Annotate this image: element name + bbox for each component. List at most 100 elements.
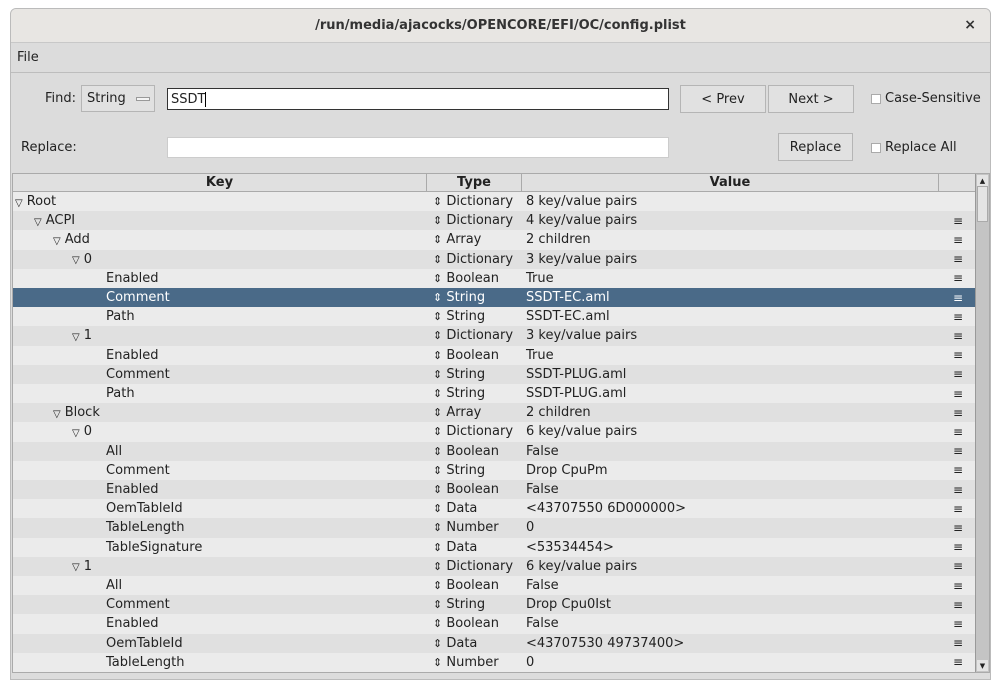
row-value[interactable]: 2 children xyxy=(526,405,591,420)
row-value[interactable]: SSDT-PLUG.aml xyxy=(526,367,626,382)
row-value[interactable]: 3 key/value pairs xyxy=(526,328,637,343)
row-value[interactable]: 4 key/value pairs xyxy=(526,213,637,228)
row-menu-icon[interactable]: ≡ xyxy=(953,291,963,305)
row-menu-icon[interactable]: ≡ xyxy=(953,214,963,228)
row-menu-icon[interactable]: ≡ xyxy=(953,559,963,573)
type-cell[interactable]: ⇕ Dictionary xyxy=(433,424,513,439)
tree-row[interactable]: All ⇕ Boolean False ≡ xyxy=(13,576,977,596)
type-cell[interactable]: ⇕ Dictionary xyxy=(433,194,513,209)
prev-button[interactable]: < Prev xyxy=(680,85,766,113)
row-menu-icon[interactable]: ≡ xyxy=(953,502,963,516)
tree-row[interactable]: ▽ Block ⇕ Array 2 children ≡ xyxy=(13,403,977,423)
row-value[interactable]: 0 xyxy=(526,655,534,670)
tree-row[interactable]: ▽ Add ⇕ Array 2 children ≡ xyxy=(13,230,977,250)
find-input[interactable]: SSDT xyxy=(167,88,669,110)
row-value[interactable]: <43707530 49737400> xyxy=(526,636,684,651)
next-button[interactable]: Next > xyxy=(768,85,854,113)
column-header-value[interactable]: Value xyxy=(522,174,939,192)
type-cell[interactable]: ⇕ Dictionary xyxy=(433,252,513,267)
vertical-scrollbar[interactable]: ▲ ▼ xyxy=(975,174,989,672)
type-cell[interactable]: ⇕ Number xyxy=(433,520,499,535)
find-mode-dropdown[interactable]: String xyxy=(81,85,155,112)
type-cell[interactable]: ⇕ Dictionary xyxy=(433,559,513,574)
tree-row[interactable]: Enabled ⇕ Boolean False ≡ xyxy=(13,614,977,634)
row-value[interactable]: Drop Cpu0Ist xyxy=(526,597,611,612)
scroll-up-icon[interactable]: ▲ xyxy=(977,175,988,186)
row-value[interactable]: 6 key/value pairs xyxy=(526,424,637,439)
type-cell[interactable]: ⇕ Data xyxy=(433,501,477,516)
tree-row[interactable]: ▽ ACPI ⇕ Dictionary 4 key/value pairs ≡ xyxy=(13,211,977,231)
expand-triangle-icon[interactable]: ▽ xyxy=(53,236,61,247)
row-value[interactable]: False xyxy=(526,616,559,631)
scroll-down-icon[interactable]: ▼ xyxy=(977,660,988,671)
replace-input[interactable] xyxy=(167,137,669,158)
type-cell[interactable]: ⇕ String xyxy=(433,309,485,324)
scrollbar-thumb[interactable] xyxy=(977,186,988,222)
type-cell[interactable]: ⇕ Data xyxy=(433,540,477,555)
row-menu-icon[interactable]: ≡ xyxy=(953,521,963,535)
tree-row[interactable]: ▽ Root ⇕ Dictionary 8 key/value pairs xyxy=(13,192,977,212)
tree-row[interactable]: Comment ⇕ String SSDT-EC.aml ≡ xyxy=(13,288,977,308)
menu-file[interactable]: File xyxy=(17,50,39,65)
tree-row[interactable]: Comment ⇕ String Drop CpuPm ≡ xyxy=(13,460,977,480)
type-cell[interactable]: ⇕ Boolean xyxy=(433,444,499,459)
tree-row[interactable]: ▽ 1 ⇕ Dictionary 6 key/value pairs ≡ xyxy=(13,556,977,576)
row-menu-icon[interactable]: ≡ xyxy=(953,367,963,381)
column-header-key[interactable]: Key xyxy=(13,174,427,192)
row-value[interactable]: False xyxy=(526,444,559,459)
row-value[interactable]: <53534454> xyxy=(526,540,614,555)
replace-button[interactable]: Replace xyxy=(778,133,853,161)
tree-row[interactable]: Enabled ⇕ Boolean False ≡ xyxy=(13,480,977,500)
column-header-type[interactable]: Type xyxy=(427,174,522,192)
tree-row[interactable]: Path ⇕ String SSDT-PLUG.aml ≡ xyxy=(13,384,977,404)
expand-triangle-icon[interactable]: ▽ xyxy=(15,198,23,209)
row-menu-icon[interactable]: ≡ xyxy=(953,540,963,554)
tree-row[interactable]: TableLength ⇕ Number 0 ≡ xyxy=(13,652,977,672)
type-cell[interactable]: ⇕ Array xyxy=(433,232,481,247)
tree-row[interactable]: Enabled ⇕ Boolean True ≡ xyxy=(13,345,977,365)
row-menu-icon[interactable]: ≡ xyxy=(953,387,963,401)
row-value[interactable]: <43707550 6D000000> xyxy=(526,501,686,516)
type-cell[interactable]: ⇕ String xyxy=(433,597,485,612)
type-cell[interactable]: ⇕ Boolean xyxy=(433,482,499,497)
row-menu-icon[interactable]: ≡ xyxy=(953,579,963,593)
row-menu-icon[interactable]: ≡ xyxy=(953,233,963,247)
close-icon[interactable]: × xyxy=(964,17,976,33)
row-value[interactable]: 2 children xyxy=(526,232,591,247)
type-cell[interactable]: ⇕ Boolean xyxy=(433,578,499,593)
row-menu-icon[interactable]: ≡ xyxy=(953,348,963,362)
expand-triangle-icon[interactable]: ▽ xyxy=(72,255,80,266)
type-cell[interactable]: ⇕ String xyxy=(433,290,485,305)
replace-all-checkbox[interactable]: Replace All xyxy=(871,140,957,155)
tree-row[interactable]: OemTableId ⇕ Data <43707530 49737400> ≡ xyxy=(13,633,977,653)
tree-row[interactable]: Enabled ⇕ Boolean True ≡ xyxy=(13,268,977,288)
row-menu-icon[interactable]: ≡ xyxy=(953,425,963,439)
tree-row[interactable]: All ⇕ Boolean False ≡ xyxy=(13,441,977,461)
row-value[interactable]: True xyxy=(526,348,554,363)
row-menu-icon[interactable]: ≡ xyxy=(953,329,963,343)
expand-triangle-icon[interactable]: ▽ xyxy=(72,562,80,573)
type-cell[interactable]: ⇕ String xyxy=(433,463,485,478)
row-value[interactable]: 3 key/value pairs xyxy=(526,252,637,267)
row-value[interactable]: 6 key/value pairs xyxy=(526,559,637,574)
tree-row[interactable]: Comment ⇕ String SSDT-PLUG.aml ≡ xyxy=(13,364,977,384)
expand-triangle-icon[interactable]: ▽ xyxy=(72,332,80,343)
type-cell[interactable]: ⇕ Dictionary xyxy=(433,328,513,343)
tree-row[interactable]: Path ⇕ String SSDT-EC.aml ≡ xyxy=(13,307,977,327)
type-cell[interactable]: ⇕ Boolean xyxy=(433,348,499,363)
type-cell[interactable]: ⇕ String xyxy=(433,386,485,401)
tree-row[interactable]: TableSignature ⇕ Data <53534454> ≡ xyxy=(13,537,977,557)
row-menu-icon[interactable]: ≡ xyxy=(953,463,963,477)
row-menu-icon[interactable]: ≡ xyxy=(953,271,963,285)
type-cell[interactable]: ⇕ Number xyxy=(433,655,499,670)
row-menu-icon[interactable]: ≡ xyxy=(953,483,963,497)
row-value[interactable]: 8 key/value pairs xyxy=(526,194,637,209)
expand-triangle-icon[interactable]: ▽ xyxy=(34,217,42,228)
type-cell[interactable]: ⇕ Array xyxy=(433,405,481,420)
row-value[interactable]: Drop CpuPm xyxy=(526,463,607,478)
tree-row[interactable]: OemTableId ⇕ Data <43707550 6D000000> ≡ xyxy=(13,499,977,519)
row-menu-icon[interactable]: ≡ xyxy=(953,310,963,324)
row-menu-icon[interactable]: ≡ xyxy=(953,655,963,669)
case-sensitive-checkbox[interactable]: Case-Sensitive xyxy=(871,91,981,106)
tree-row[interactable]: ▽ 0 ⇕ Dictionary 3 key/value pairs ≡ xyxy=(13,249,977,269)
